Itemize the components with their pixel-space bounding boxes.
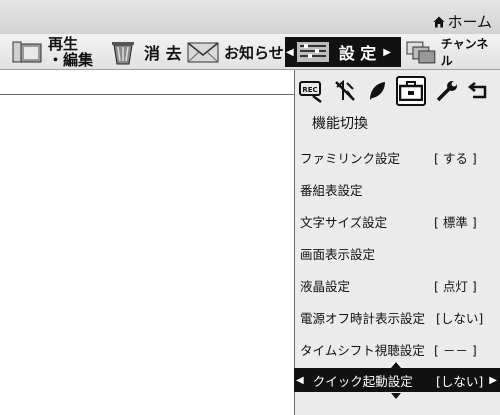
scroll-down-arrow-icon <box>391 393 401 399</box>
menu-label-edit: ・編集 <box>48 51 94 69</box>
setting-label: クイック起動設定 <box>312 373 413 389</box>
setting-value: [ 標準 ] <box>434 214 477 230</box>
right-arrow-icon: ▶ <box>383 46 391 58</box>
category-icon-row: REC <box>294 74 500 110</box>
setting-value: [ する ] <box>434 150 477 166</box>
setting-label: 電源オフ時計表示設定 <box>300 310 426 326</box>
setting-value: [しない] <box>436 310 484 326</box>
wrench-icon[interactable] <box>434 78 460 104</box>
menu-label-channel: チャンネル <box>440 37 489 68</box>
menu-item-settings[interactable]: ◀ 設 定 ▶ <box>285 37 401 67</box>
setting-value: [しない] <box>436 373 484 389</box>
menu-bar: 再生 ・編集 消 去 お知らせ ◀ 設 定 ▶ チャンネル <box>0 34 500 70</box>
setting-label: 文字サイズ設定 <box>300 214 388 230</box>
settings-bars-icon <box>296 42 329 62</box>
menu-label-settings: 設 定 <box>338 44 377 63</box>
setting-row-display[interactable]: 画面表示設定 <box>300 241 490 265</box>
trash-icon <box>112 42 134 65</box>
setting-row-clock-display[interactable]: 電源オフ時計表示設定 [しない] <box>300 305 490 329</box>
title-band: ホーム <box>0 0 500 34</box>
setting-value: [ －－ ] <box>434 342 477 358</box>
home-icon <box>433 16 445 27</box>
selected-left-arrow-icon: ◀ <box>296 374 304 386</box>
menu-label-delete: 消 去 <box>144 44 182 63</box>
svg-text:REC: REC <box>302 86 317 94</box>
left-arrow-icon: ◀ <box>286 46 294 58</box>
rec-icon[interactable]: REC <box>298 78 324 104</box>
selected-right-arrow-icon: ▶ <box>489 374 497 386</box>
menu-item-notices[interactable]: お知らせ <box>186 34 284 70</box>
home-label: ホーム <box>447 13 492 31</box>
content-divider <box>0 94 296 95</box>
setting-row-familink[interactable]: ファミリンク設定 [ する ] <box>300 145 490 169</box>
menu-item-channel[interactable]: チャンネル <box>405 34 500 70</box>
antenna-off-icon[interactable] <box>332 78 358 104</box>
setting-label: ファミリンク設定 <box>300 150 401 166</box>
setting-value: [ 点灯 ] <box>434 278 477 294</box>
envelope-icon <box>187 42 219 63</box>
setting-label: 番組表設定 <box>300 182 363 198</box>
home-indicator[interactable]: ホーム <box>433 11 492 32</box>
setting-row-lcd[interactable]: 液晶設定 [ 点灯 ] <box>300 273 490 297</box>
menu-label-notices: お知らせ <box>224 43 284 62</box>
setting-label: 液晶設定 <box>300 278 351 294</box>
menu-item-play-edit[interactable]: 再生 ・編集 <box>10 34 93 70</box>
eco-leaf-icon[interactable] <box>364 78 390 104</box>
channel-windows-icon <box>406 41 436 64</box>
menu-item-delete[interactable]: 消 去 <box>108 34 182 70</box>
setting-label: タイムシフト視聴設定 <box>300 342 425 358</box>
setting-row-quick-start[interactable]: ◀ クイック起動設定 [しない] ▶ <box>294 368 500 392</box>
setting-row-epg[interactable]: 番組表設定 <box>300 177 490 201</box>
toolbox-icon[interactable] <box>396 76 426 106</box>
folder-play-icon <box>12 41 42 63</box>
setting-label: 画面表示設定 <box>300 246 376 262</box>
menu-label-play: 再生 <box>48 35 79 53</box>
setting-row-timeshift[interactable]: タイムシフト視聴設定 [ －－ ] <box>300 337 490 361</box>
settings-subtitle: 機能切換 <box>312 116 368 132</box>
setting-row-font-size[interactable]: 文字サイズ設定 [ 標準 ] <box>300 209 490 233</box>
return-icon[interactable] <box>466 78 492 104</box>
